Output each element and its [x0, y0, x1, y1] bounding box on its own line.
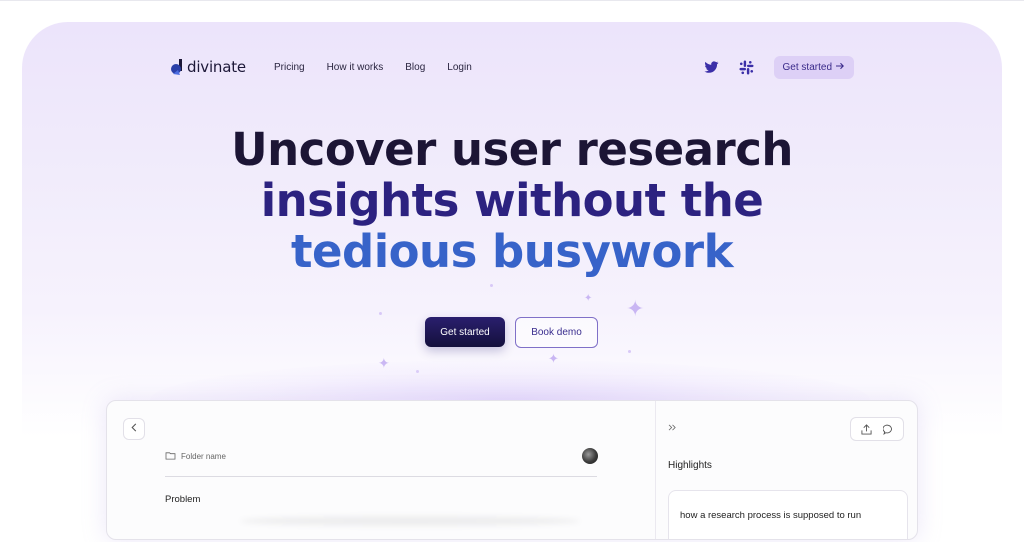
twitter-icon[interactable]: [704, 59, 720, 75]
panel-actions: [850, 417, 904, 441]
highlight-text: how a research process is supposed to ru…: [680, 510, 862, 521]
hero-line-2: insights without the: [260, 174, 764, 227]
folder-breadcrumb[interactable]: Folder name: [165, 449, 226, 463]
arrow-right-icon: [836, 62, 845, 73]
nav-right: Get started: [704, 55, 854, 79]
logo-text: divinate: [187, 58, 246, 76]
hero-heading: Uncover user research insights without t…: [0, 124, 1024, 277]
sparkle-dot: [490, 284, 493, 287]
highlight-card[interactable]: how a research process is supposed to ru…: [668, 490, 908, 539]
highlights-heading: Highlights: [668, 460, 712, 471]
nav-get-started-button[interactable]: Get started: [773, 55, 854, 79]
sparkle-icon: ✦: [584, 293, 593, 304]
nav-link-pricing[interactable]: Pricing: [274, 62, 305, 73]
nav-links: Pricing How it works Blog Login: [274, 55, 494, 79]
sparkle-icon: ✦: [626, 296, 645, 321]
logo-icon: [170, 58, 184, 76]
logo[interactable]: divinate: [170, 55, 246, 79]
slack-icon[interactable]: [739, 59, 755, 75]
double-chevron-right-icon[interactable]: [668, 422, 677, 434]
divider: [165, 476, 597, 477]
folder-name: Folder name: [181, 451, 226, 461]
hero-line-1: Uncover user research: [231, 123, 793, 176]
folder-icon: [165, 447, 176, 465]
book-demo-button[interactable]: Book demo: [515, 317, 598, 348]
nav-get-started-label: Get started: [782, 61, 832, 73]
sparkle-dot: [628, 350, 631, 353]
section-label: Problem: [165, 494, 201, 505]
share-icon[interactable]: [859, 422, 873, 436]
top-border: [0, 0, 1024, 1]
bottom-shadow: [240, 516, 580, 526]
top-nav: divinate Pricing How it works Blog Login: [170, 55, 854, 79]
avatar[interactable]: [582, 448, 598, 464]
sparkle-dot: [379, 312, 382, 315]
back-button[interactable]: [123, 418, 145, 440]
comment-icon[interactable]: [881, 422, 895, 436]
nav-link-login[interactable]: Login: [447, 62, 471, 73]
nav-link-blog[interactable]: Blog: [405, 62, 425, 73]
nav-link-how-it-works[interactable]: How it works: [327, 62, 384, 73]
highlights-panel: Highlights how a research process is sup…: [655, 401, 917, 539]
hero-line-3: tedious busywork: [290, 225, 734, 278]
chevron-left-icon: [131, 423, 137, 435]
get-started-button[interactable]: Get started: [425, 317, 505, 347]
